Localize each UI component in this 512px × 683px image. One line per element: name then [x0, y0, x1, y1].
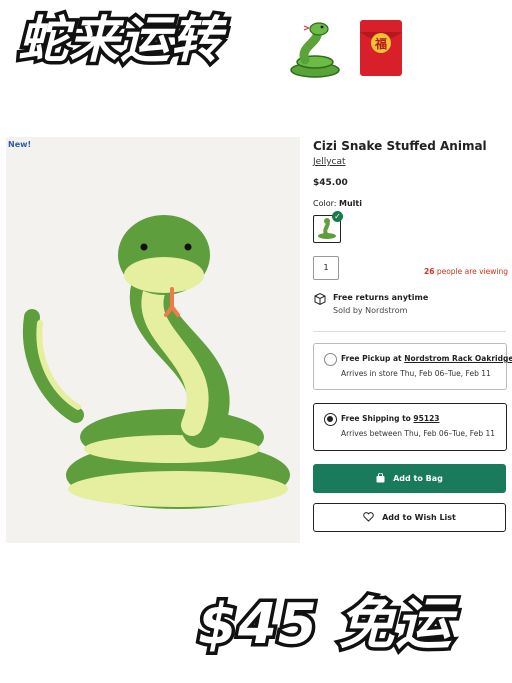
color-label-text: Color:	[313, 199, 337, 208]
pickup-radio[interactable]	[324, 353, 337, 366]
viewing-indicator: 26 people are viewing	[424, 267, 508, 276]
color-label: Color: Multi	[313, 199, 362, 208]
shipping-title: Free Shipping to 95123	[341, 414, 440, 423]
svg-text:福: 福	[374, 36, 387, 51]
shipping-zip-link[interactable]: 95123	[413, 414, 439, 423]
add-to-wishlist-button[interactable]: Add to Wish List	[313, 503, 506, 532]
new-badge: New!	[8, 140, 32, 149]
add-to-bag-label: Add to Bag	[393, 474, 443, 483]
package-icon	[313, 291, 327, 310]
pickup-store-link[interactable]: Nordstrom Rack Oakridge	[404, 354, 512, 363]
color-value: Multi	[339, 199, 362, 208]
heart-icon	[363, 511, 374, 524]
bottom-banner-price: $45 免运	[194, 589, 454, 661]
sold-by-text: Sold by Nordstrom	[333, 306, 408, 315]
snake-emoji-icon	[287, 20, 343, 82]
viewing-text: people are viewing	[434, 267, 509, 276]
shipping-option[interactable]: Free Shipping to 95123 Arrives between T…	[313, 403, 507, 451]
add-to-bag-button[interactable]: Add to Bag	[313, 464, 506, 493]
product-title: Cizi Snake Stuffed Animal	[313, 139, 487, 153]
pickup-arrival: Arrives in store Thu, Feb 06–Tue, Feb 11	[341, 369, 491, 378]
product-price: $45.00	[313, 178, 348, 188]
pickup-title: Free Pickup at Nordstrom Rack Oakridge	[341, 354, 512, 363]
product-image[interactable]	[6, 137, 300, 543]
selected-check-icon: ✓	[332, 211, 343, 222]
viewing-count: 26	[424, 267, 435, 276]
bag-icon	[376, 472, 385, 485]
red-envelope-icon: 福	[358, 18, 404, 82]
pickup-title-prefix: Free Pickup at	[341, 354, 405, 363]
divider	[313, 331, 506, 332]
top-banner-title: 蛇来运转	[15, 8, 225, 73]
free-returns-text: Free returns anytime	[333, 293, 429, 302]
quantity-selector[interactable]: 1	[313, 256, 339, 280]
shipping-title-prefix: Free Shipping to	[341, 414, 414, 423]
pickup-option[interactable]: Free Pickup at Nordstrom Rack Oakridge A…	[313, 343, 512, 390]
shipping-arrival: Arrives between Thu, Feb 06–Tue, Feb 11	[341, 429, 496, 438]
shipping-radio[interactable]	[324, 413, 337, 426]
brand-link[interactable]: Jellycat	[313, 157, 346, 167]
add-to-wishlist-label: Add to Wish List	[382, 513, 456, 522]
